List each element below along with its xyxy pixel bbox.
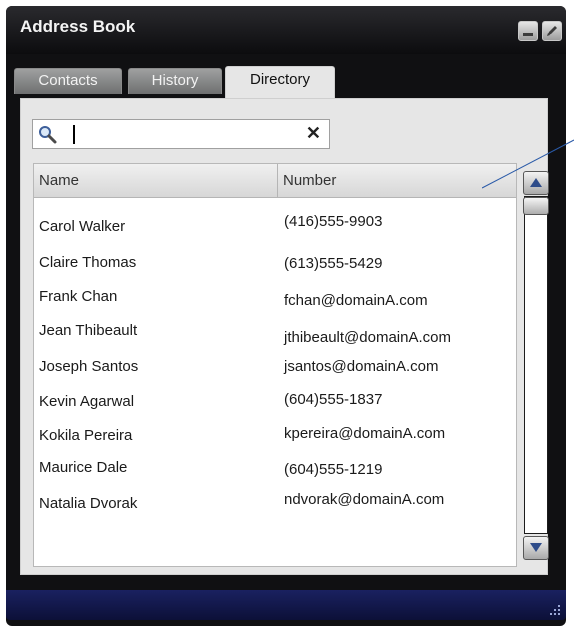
window-title: Address Book <box>20 17 136 36</box>
text-caret <box>73 125 75 144</box>
contact-name[interactable]: Jean Thibeault <box>39 322 137 339</box>
contact-number[interactable]: jthibeault@domainA.com <box>284 329 451 346</box>
maximize-button[interactable] <box>542 21 562 41</box>
contact-number[interactable]: (416)555-9903 <box>284 213 382 230</box>
contact-name[interactable]: Natalia Dvorak <box>39 495 137 512</box>
column-header-number[interactable]: Number <box>278 164 516 198</box>
directory-list: Name Number Carol Walker (416)555-9903 C… <box>33 163 517 567</box>
contact-number[interactable]: jsantos@domainA.com <box>284 358 438 375</box>
contact-name[interactable]: Carol Walker <box>39 218 125 235</box>
column-header-name[interactable]: Name <box>34 164 278 198</box>
contact-number[interactable]: (604)555-1837 <box>284 391 382 408</box>
contact-name[interactable]: Frank Chan <box>39 288 117 305</box>
search-box: ✕ <box>32 119 330 149</box>
scroll-thumb[interactable] <box>523 197 549 215</box>
scroll-track[interactable] <box>524 196 548 534</box>
tab-contacts[interactable]: Contacts <box>14 68 122 94</box>
contact-number[interactable]: fchan@domainA.com <box>284 292 428 309</box>
contact-number[interactable]: (613)555-5429 <box>284 255 382 272</box>
contact-name[interactable]: Joseph Santos <box>39 358 138 375</box>
contact-number[interactable]: (604)555-1219 <box>284 461 382 478</box>
edit-icon <box>547 26 557 36</box>
contact-name[interactable]: Kevin Agarwal <box>39 393 134 410</box>
search-input[interactable] <box>69 123 299 145</box>
contact-name[interactable]: Maurice Dale <box>39 459 127 476</box>
clear-icon[interactable]: ✕ <box>306 123 321 144</box>
tab-directory[interactable]: Directory <box>225 66 335 98</box>
search-icon <box>39 126 57 144</box>
title-bar[interactable]: Address Book <box>6 6 566 54</box>
status-bar <box>6 590 566 620</box>
vertical-scrollbar[interactable] <box>521 163 551 567</box>
callout-line <box>482 139 574 189</box>
contact-name[interactable]: Claire Thomas <box>39 254 136 271</box>
tab-history[interactable]: History <box>128 68 222 94</box>
scroll-down-button[interactable] <box>523 536 549 560</box>
arrow-down-icon <box>530 543 542 552</box>
minimize-button[interactable] <box>518 21 538 41</box>
contact-number[interactable]: ndvorak@domainA.com <box>284 491 444 508</box>
resize-grip-icon[interactable] <box>547 602 561 616</box>
contact-name[interactable]: Kokila Pereira <box>39 427 132 444</box>
minimize-icon <box>523 33 533 36</box>
contact-number[interactable]: kpereira@domainA.com <box>284 425 445 442</box>
